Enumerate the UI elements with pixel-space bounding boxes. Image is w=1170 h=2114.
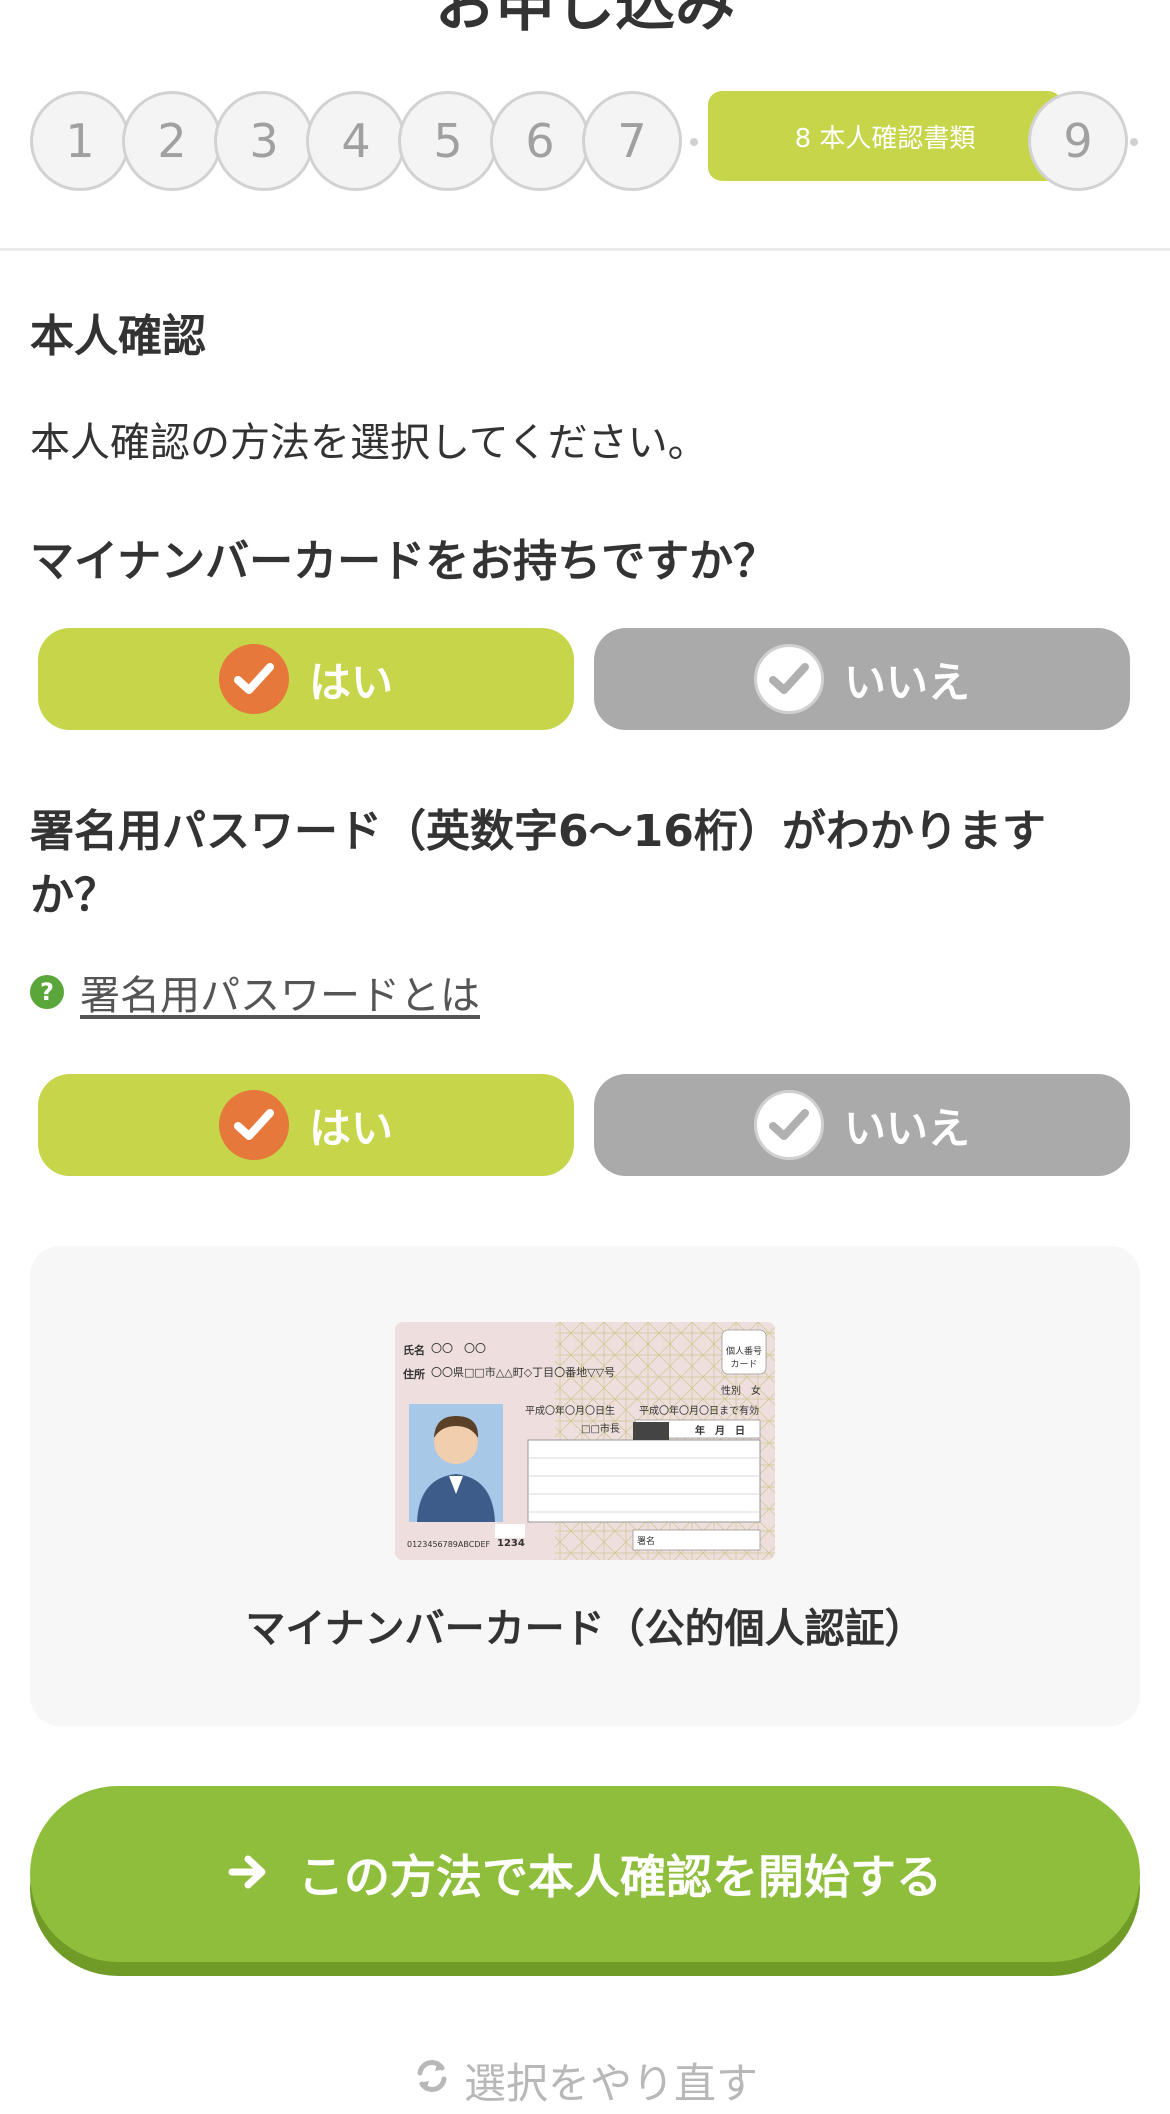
question-signature-password: 署名用パスワード（英数字6〜16桁）がわかりますか？ — [30, 806, 1046, 921]
step-3: 3 — [214, 91, 314, 191]
card-name-value: 〇〇 〇〇 — [431, 1342, 486, 1355]
card-dob: 平成〇年〇月〇日生 — [525, 1406, 615, 1417]
redo-selection-label: 選択をやり直す — [463, 2059, 758, 2108]
unchecked-icon — [753, 644, 824, 714]
refresh-icon — [412, 2056, 452, 2106]
question-circle-icon: ? — [30, 975, 64, 1009]
mynumber-yes-button[interactable]: はい — [38, 628, 574, 730]
section-heading: 本人確認 — [30, 311, 206, 362]
step-5: 5 — [398, 91, 498, 191]
step-2: 2 — [122, 91, 222, 191]
start-verification-button[interactable]: この方法で本人確認を開始する — [30, 1786, 1140, 1962]
password-yes-button[interactable]: はい — [38, 1074, 574, 1176]
step-9: 9 — [1028, 91, 1128, 191]
card-caption: マイナンバーカード（公的個人認証） — [245, 1606, 925, 1652]
redo-selection-link[interactable]: 選択をやり直す — [0, 2050, 1170, 2111]
card-sex-label: 性別 — [721, 1386, 741, 1397]
card-signature: 署名 — [637, 1537, 656, 1547]
help-signature-password[interactable]: ? 署名用パスワードとは — [30, 963, 480, 1021]
progress-stepper: 1 2 3 4 5 6 7 8 本人確認書類 9 — [30, 91, 1150, 191]
card-date-header: 年 月 日 — [695, 1426, 745, 1437]
card-address-value: 〇〇県□□市△△町◇丁目〇番地▽▽号 — [431, 1366, 616, 1379]
card-badge: 個人番号カード — [725, 1347, 762, 1370]
mynumber-no-button[interactable]: いいえ — [594, 628, 1130, 730]
unchecked-icon — [753, 1090, 824, 1160]
password-no-button[interactable]: いいえ — [594, 1074, 1130, 1176]
question-mynumber-card: マイナンバーカードをお持ちですか？ — [30, 536, 778, 587]
card-code: 1234 — [497, 1538, 525, 1549]
start-verification-wrapper: この方法で本人確認を開始する — [30, 1786, 1140, 1976]
step-8-active: 8 本人確認書類 — [708, 91, 1062, 181]
checked-icon — [218, 1090, 289, 1160]
checked-icon — [218, 644, 289, 714]
instruction-text: 本人確認の方法を選択してください。 — [30, 420, 708, 466]
arrow-right-icon — [228, 1847, 268, 1901]
password-yes-label: はい — [308, 1103, 393, 1153]
page-title: お申し込み — [435, 0, 735, 40]
step-1: 1 — [30, 91, 130, 191]
step-connector-dot — [1130, 138, 1138, 146]
card-serial: 0123456789ABCDEF — [407, 1540, 491, 1549]
start-verification-label: この方法で本人確認を開始する — [298, 1850, 942, 1904]
step-connector-dot — [690, 138, 698, 146]
mynumber-card-image: 氏名 〇〇 〇〇 住所 〇〇県□□市△△町◇丁目〇番地▽▽号 個人番号カード 性… — [395, 1322, 775, 1560]
card-sex-value: 女 — [751, 1386, 761, 1397]
step-7: 7 — [582, 91, 682, 191]
mynumber-yes-label: はい — [308, 657, 393, 707]
help-link[interactable]: 署名用パスワードとは — [80, 963, 480, 1021]
card-expiry: 平成〇年〇月〇日まで有効 — [639, 1406, 759, 1417]
identity-method-card: 氏名 〇〇 〇〇 住所 〇〇県□□市△△町◇丁目〇番地▽▽号 個人番号カード 性… — [30, 1246, 1140, 1726]
header-divider — [0, 248, 1170, 251]
password-no-label: いいえ — [843, 1103, 970, 1153]
card-address-label: 住所 — [403, 1368, 425, 1381]
step-4: 4 — [306, 91, 406, 191]
card-name-label: 氏名 — [403, 1344, 425, 1357]
mynumber-no-label: いいえ — [843, 657, 970, 707]
card-issuer: □□市長 — [581, 1424, 620, 1435]
step-6: 6 — [490, 91, 590, 191]
